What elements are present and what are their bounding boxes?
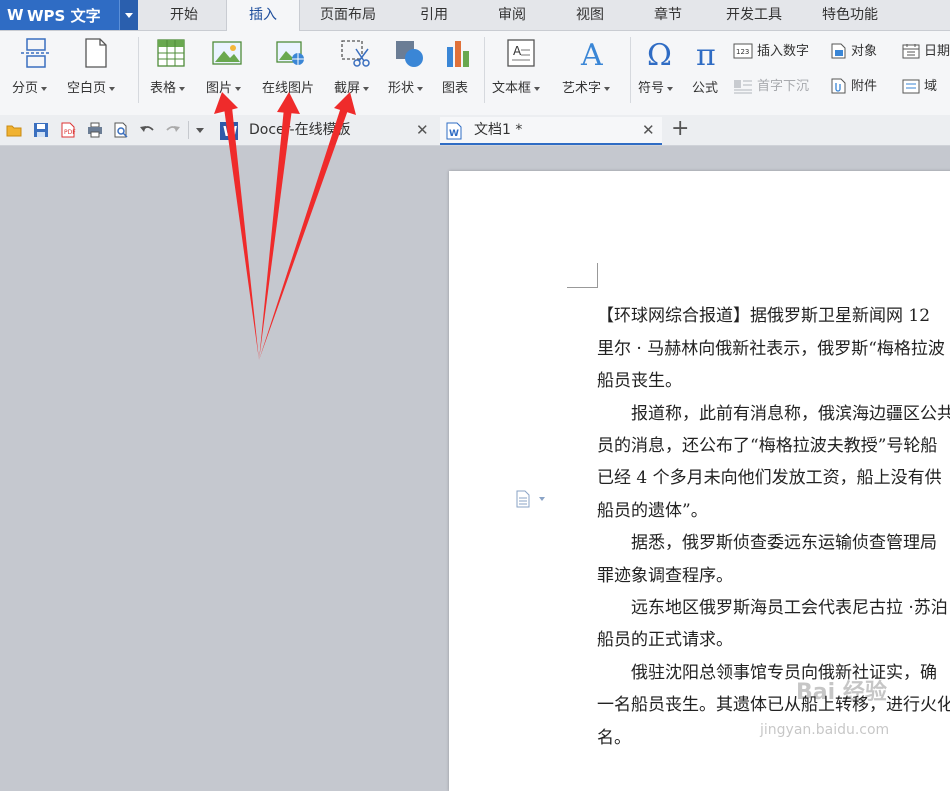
annotation-arrows — [214, 92, 356, 360]
red-arrow-head-picture — [214, 92, 238, 114]
watermark-url: jingyan.baidu.com — [760, 722, 890, 738]
red-arrow-shaft-online-picture — [259, 108, 292, 360]
baidu-jingyan-watermark: Bai 经验 jingyan.baidu.com — [726, 664, 950, 752]
watermark-title: Bai 经验 — [796, 680, 887, 705]
red-arrow-shaft-picture — [224, 107, 259, 360]
red-arrow-head-online-picture — [277, 92, 300, 114]
